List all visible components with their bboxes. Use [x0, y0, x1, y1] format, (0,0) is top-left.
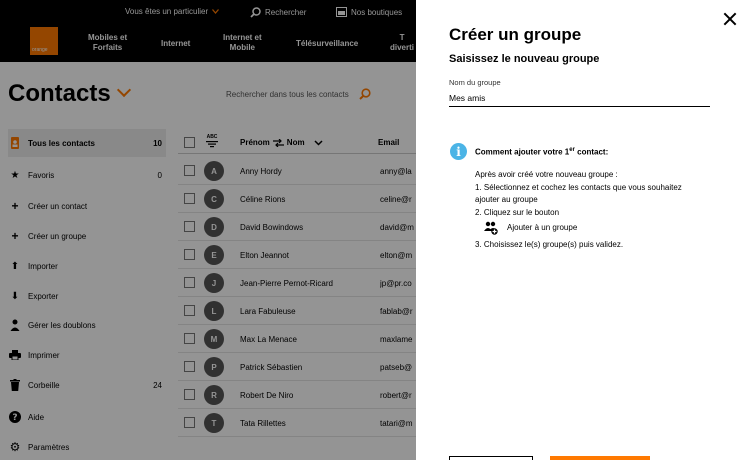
modal-backdrop[interactable] [0, 0, 416, 460]
how-title-end: contact: [574, 147, 609, 157]
add-to-group-ref: Ajouter à un groupe [507, 223, 578, 232]
validate-button[interactable] [550, 456, 650, 460]
how-step3: 3. Choisissez le(s) groupe(s) puis valid… [475, 240, 624, 249]
how-step2: 2. Cliquez sur le bouton [475, 208, 560, 217]
how-title-text: Comment ajouter votre 1 [475, 147, 570, 157]
how-step1-line2: ajouter au groupe [475, 195, 538, 204]
panel-title: Créer un groupe [449, 25, 582, 44]
create-group-panel: Créer un groupe Saisissez le nouveau gro… [416, 0, 750, 460]
cancel-button[interactable] [449, 456, 533, 460]
panel-subtitle: Saisissez le nouveau groupe [449, 53, 600, 65]
group-name-label: Nom du groupe [449, 78, 501, 87]
close-icon[interactable] [723, 12, 737, 26]
how-to-title: Comment ajouter votre 1er contact: [475, 147, 608, 157]
add-to-group-icon [484, 221, 498, 235]
info-icon: i [450, 143, 467, 160]
how-intro: Après avoir créé votre nouveau groupe : [475, 170, 618, 179]
group-name-input[interactable] [449, 89, 710, 107]
